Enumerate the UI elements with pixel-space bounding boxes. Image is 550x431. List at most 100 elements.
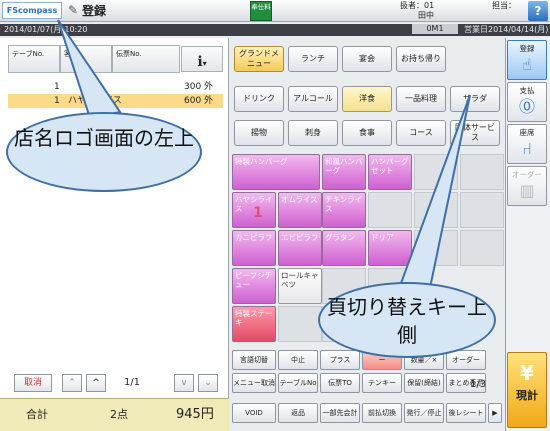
item-hayashi-rice[interactable]: ハヤシライス 1 bbox=[232, 192, 276, 228]
after-receipt-button[interactable]: 後レシート bbox=[446, 403, 486, 423]
item-doria[interactable]: ドリア bbox=[368, 230, 412, 266]
yen-coin-icon: ⓪ bbox=[518, 97, 535, 116]
empty-slot bbox=[414, 154, 458, 190]
page-last-button[interactable]: ⌄ bbox=[198, 374, 218, 392]
item-qty-badge: 1 bbox=[253, 205, 263, 221]
language-switch-button[interactable]: 言語切替 bbox=[232, 350, 276, 370]
tenkey-button[interactable]: テンキー bbox=[362, 373, 402, 393]
page-down-button[interactable]: v bbox=[174, 374, 194, 392]
item-cabbage-roll[interactable]: ロールキャベツ bbox=[278, 268, 322, 304]
item-japanese-hamburg[interactable]: 和風ハンバーグ bbox=[322, 154, 366, 190]
seating-tab[interactable]: 座席 ⑁ bbox=[507, 124, 547, 164]
screen-title: 登録 bbox=[82, 4, 107, 18]
order-price: 600 外 bbox=[184, 96, 214, 106]
business-date: 営業日2014/04/14(月) bbox=[464, 25, 549, 34]
current-datetime: 2014/01/07(月)10:20 bbox=[4, 25, 88, 34]
category-grand-menu[interactable]: グランドメニュー bbox=[234, 46, 284, 72]
total-bar: 合計 2点 945円 bbox=[0, 398, 229, 431]
category-western[interactable]: 洋食 bbox=[342, 86, 392, 112]
total-label: 合計 bbox=[26, 408, 48, 421]
pointer-hand-icon: ☝ bbox=[522, 55, 532, 74]
seating-tab-label: 座席 bbox=[519, 128, 535, 137]
payment-tab-label: 支払 bbox=[519, 86, 535, 95]
category-sashimi[interactable]: 刺身 bbox=[288, 120, 338, 146]
category-alcohol[interactable]: アルコール bbox=[288, 86, 338, 112]
stop-button[interactable]: 中止 bbox=[278, 350, 318, 370]
order-item-name: ハヤシライス bbox=[68, 96, 122, 106]
order-page-indicator: 1/1 bbox=[123, 377, 141, 388]
issue-stop-button[interactable]: 発行／停止 bbox=[404, 403, 444, 423]
return-button[interactable]: 返品 bbox=[278, 403, 318, 423]
empty-slot bbox=[460, 230, 504, 266]
payment-tab[interactable]: 支払 ⓪ bbox=[507, 82, 547, 122]
table-no-header[interactable]: テーブNo. bbox=[8, 45, 60, 73]
function-page-indicator: 1/3 bbox=[470, 379, 487, 390]
order-qty: 1 bbox=[54, 82, 60, 92]
category-group-service[interactable]: 団体サービス bbox=[450, 120, 500, 146]
help-button[interactable]: ? bbox=[528, 1, 548, 21]
page-up-button[interactable]: ^ bbox=[86, 374, 106, 392]
hold-button[interactable]: 保留(締結) bbox=[404, 373, 444, 393]
category-banquet[interactable]: 宴会 bbox=[342, 46, 392, 72]
category-salad[interactable]: サラダ bbox=[450, 86, 500, 112]
page-switch-callout: 頁切り替えキー上側 bbox=[318, 282, 496, 358]
chair-icon: ⑁ bbox=[522, 139, 532, 158]
register-tab-label: 登録 bbox=[519, 44, 535, 53]
cancel-button[interactable]: 取消 bbox=[14, 374, 52, 392]
order-price: 300 外 bbox=[184, 82, 214, 92]
total-count: 2点 bbox=[110, 408, 128, 421]
item-gratin[interactable]: グラタン bbox=[322, 230, 366, 266]
store-logo: FScompass bbox=[2, 2, 62, 19]
void-button[interactable]: VOID bbox=[232, 403, 276, 423]
item-chicken-rice[interactable]: チキンライス bbox=[322, 192, 366, 228]
category-course[interactable]: コース bbox=[396, 120, 446, 146]
checkout-button[interactable]: ¥ 現計 bbox=[507, 352, 547, 428]
total-amount: 945円 bbox=[176, 407, 214, 422]
category-drink[interactable]: ドリンク bbox=[234, 86, 284, 112]
order-tab[interactable]: オーダー ▥ bbox=[507, 166, 547, 206]
page-first-button[interactable]: ⌃ bbox=[62, 374, 82, 392]
service-charge-badge: 奉仕料 bbox=[250, 1, 272, 21]
order-row-selected[interactable]: 1 ハヤシライス 600 外 bbox=[8, 94, 223, 108]
item-crab-pilaf[interactable]: カニピラフ bbox=[232, 230, 276, 266]
assignee-label: 担当： bbox=[492, 1, 516, 10]
date-bar: 2014/01/07(月)10:20 0M1 営業日2014/04/14(月) bbox=[0, 24, 550, 36]
register-icon: ✎ bbox=[67, 3, 79, 17]
category-side-dish[interactable]: 一品料理 bbox=[396, 86, 446, 112]
category-meal[interactable]: 食事 bbox=[342, 120, 392, 146]
guest-count-header[interactable]: 客数 bbox=[60, 45, 112, 73]
next-page-arrow[interactable]: ▶ bbox=[488, 403, 502, 423]
operator-name: 田中 bbox=[418, 11, 434, 20]
empty-slot bbox=[460, 192, 504, 228]
item-special-steak[interactable]: 特製ステーキ bbox=[232, 306, 276, 342]
item-omurice[interactable]: オムライス bbox=[278, 192, 322, 228]
plus-button[interactable]: プラス bbox=[320, 350, 360, 370]
slip-to-button[interactable]: 伝票TO bbox=[320, 373, 360, 393]
category-fried[interactable]: 揚物 bbox=[234, 120, 284, 146]
category-takeout[interactable]: お持ち帰り bbox=[396, 46, 446, 72]
order-row[interactable]: 1 300 外 bbox=[8, 80, 223, 94]
info-button[interactable]: ℹ▾ bbox=[181, 46, 223, 72]
empty-slot bbox=[414, 192, 458, 228]
yen-icon: ¥ bbox=[520, 361, 534, 385]
empty-slot bbox=[460, 154, 504, 190]
empty-slot bbox=[278, 306, 322, 342]
menu-cancel-button[interactable]: メニュー取消 bbox=[232, 373, 276, 393]
partial-checkout-button[interactable]: 一部先会計 bbox=[320, 403, 360, 423]
mode-indicator: 0M1 bbox=[412, 24, 458, 34]
order-button[interactable]: オーダー bbox=[446, 350, 486, 370]
item-shrimp-pilaf[interactable]: エビピラフ bbox=[278, 230, 322, 266]
order-tab-label: オーダー bbox=[512, 170, 542, 179]
empty-slot bbox=[414, 230, 458, 266]
operator-label: 扱者：01 bbox=[400, 1, 435, 10]
logo-position-callout: 店名ロゴ画面の左上 bbox=[6, 112, 202, 192]
slip-no-header[interactable]: 伝票No. bbox=[112, 45, 180, 73]
register-tab[interactable]: 登録 ☝ bbox=[507, 40, 547, 80]
item-beef-stew[interactable]: ビーフシチュー bbox=[232, 268, 276, 304]
operator-info: 扱者：01 田中 担当： bbox=[400, 1, 526, 21]
category-lunch[interactable]: ランチ bbox=[288, 46, 338, 72]
prepay-switch-button[interactable]: 前払切換 bbox=[362, 403, 402, 423]
item-hamburg-set[interactable]: ハンバーグセット bbox=[368, 154, 412, 190]
item-special-hamburg[interactable]: 特製ハンバーグ bbox=[232, 154, 320, 190]
table-no-button[interactable]: テーブルNo bbox=[278, 373, 318, 393]
